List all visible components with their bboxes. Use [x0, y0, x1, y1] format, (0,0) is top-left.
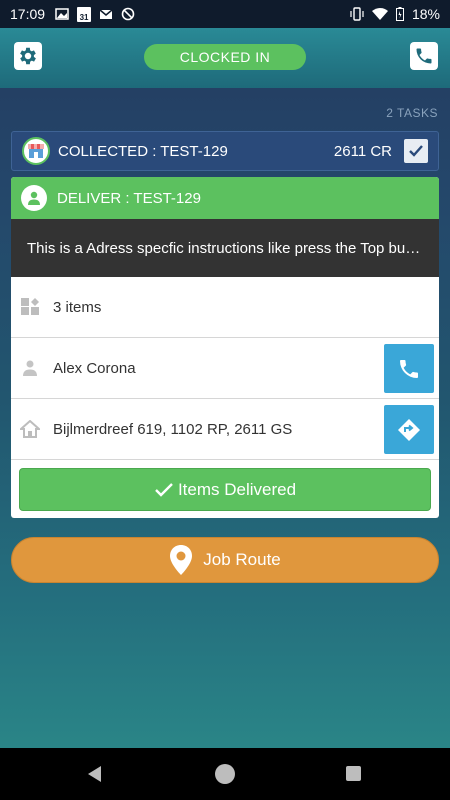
settings-button[interactable]	[14, 42, 42, 70]
battery-percent: 18%	[411, 6, 440, 22]
recent-apps-button[interactable]	[346, 766, 361, 781]
gmail-icon	[99, 9, 113, 19]
home-icon	[19, 418, 41, 440]
delivery-instructions: This is a Adress specfic instructions li…	[11, 219, 439, 277]
vibrate-icon	[350, 7, 364, 21]
call-customer-button[interactable]	[384, 344, 434, 393]
tasks-count: 2 TASKS	[386, 106, 438, 120]
system-nav-bar	[0, 748, 450, 800]
widgets-icon	[19, 296, 41, 318]
job-route-label: Job Route	[203, 550, 281, 569]
phone-icon	[416, 48, 432, 64]
calendar-day: 31	[79, 12, 89, 22]
collected-postal-code: 2611 CR	[333, 142, 392, 160]
instructions-text: This is a Adress specfic instructions li…	[27, 239, 423, 257]
status-time: 17:09	[10, 6, 46, 22]
checkmark-icon	[409, 145, 423, 157]
directions-button[interactable]	[384, 405, 434, 454]
check-icon	[154, 481, 174, 499]
directions-icon	[398, 418, 420, 441]
status-bar: 17:09 31 18%	[0, 0, 450, 28]
image-icon	[55, 8, 69, 20]
collected-label: COLLECTED : TEST-129	[58, 142, 228, 160]
phone-icon	[400, 359, 418, 378]
blocked-icon	[121, 7, 135, 21]
items-count: 3 items	[53, 298, 102, 316]
job-route-button[interactable]: Job Route	[11, 537, 439, 583]
person-icon	[21, 185, 47, 211]
collected-task-bar[interactable]: COLLECTED : TEST-129 2611 CR	[11, 131, 439, 171]
home-button[interactable]	[215, 764, 235, 784]
address-row: Bijlmerdreef 619, 1102 RP, 2611 GS	[11, 399, 439, 460]
items-row[interactable]: 3 items	[11, 277, 439, 338]
battery-icon	[395, 7, 404, 21]
deliver-title: DELIVER : TEST-129	[57, 189, 201, 207]
delivery-address: Bijlmerdreef 619, 1102 RP, 2611 GS	[53, 420, 293, 438]
app-screen: 17:09 31 18% CLOCKED IN 2 TASKS COLLECTE…	[0, 0, 450, 800]
deliver-header[interactable]: DELIVER : TEST-129	[11, 177, 439, 219]
items-delivered-label: Items Delivered	[177, 479, 297, 499]
calendar-icon: 31	[77, 6, 92, 22]
deliver-card: DELIVER : TEST-129 This is a Adress spec…	[11, 177, 439, 518]
customer-name: Alex Corona	[53, 359, 136, 377]
customer-row: Alex Corona	[11, 338, 439, 399]
clocked-in-badge[interactable]: CLOCKED IN	[144, 44, 306, 70]
wifi-icon	[371, 8, 388, 20]
gear-icon	[20, 47, 36, 65]
back-icon[interactable]	[86, 765, 104, 783]
collected-checkbox[interactable]	[404, 139, 428, 163]
person-outline-icon	[19, 357, 41, 379]
status-right: 18%	[350, 6, 440, 22]
call-dispatch-button[interactable]	[410, 42, 438, 70]
map-pin-icon	[169, 544, 193, 576]
items-delivered-button[interactable]: Items Delivered	[19, 468, 431, 511]
store-icon	[22, 137, 50, 165]
app-bar: CLOCKED IN	[0, 28, 450, 88]
